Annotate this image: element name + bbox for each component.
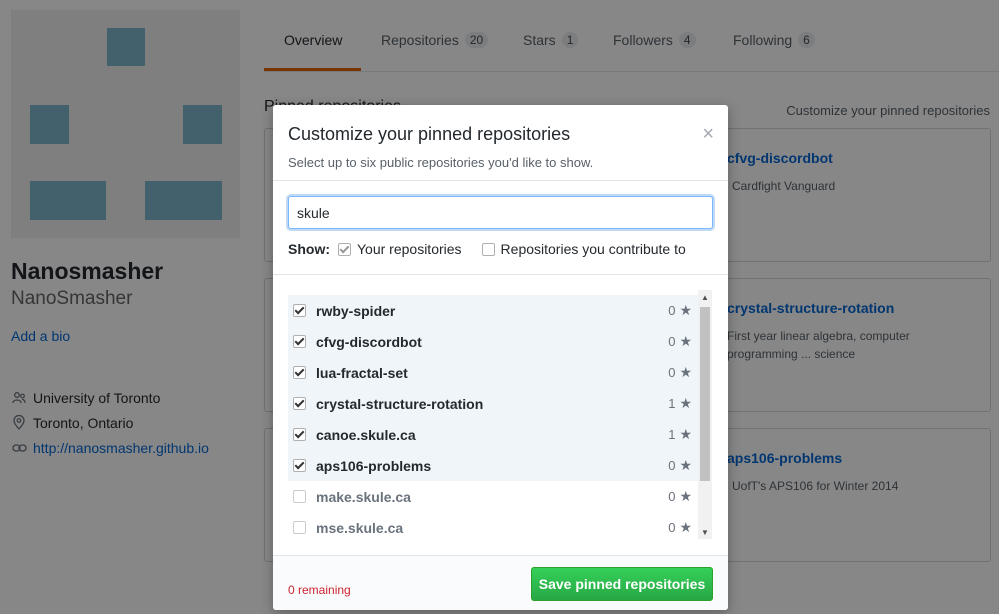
repo-list-item[interactable]: canoe.skule.ca 1 ★ [288, 419, 698, 450]
repo-name: rwby-spider [316, 302, 396, 319]
repo-star-count: 0 ★ [668, 488, 692, 505]
star-count-text: 0 [668, 303, 676, 318]
repo-name: aps106-problems [316, 457, 432, 474]
repo-star-count: 0 ★ [668, 302, 692, 319]
contributed-repositories-checkbox[interactable] [481, 242, 495, 256]
star-icon: ★ [679, 488, 692, 504]
star-count-text: 0 [668, 334, 676, 349]
repo-filter-input[interactable] [288, 196, 713, 229]
save-pinned-button[interactable]: Save pinned repositories [531, 567, 713, 601]
close-icon[interactable]: × [702, 124, 714, 144]
repo-name: crystal-structure-rotation [316, 395, 484, 412]
star-count-text: 0 [668, 489, 676, 504]
star-icon: ★ [679, 395, 692, 411]
repo-star-count: 0 ★ [668, 333, 692, 350]
star-icon: ★ [679, 457, 692, 473]
repo-checkbox[interactable] [293, 521, 306, 534]
remaining-count: 0 remaining [288, 583, 351, 597]
repo-list-item[interactable]: mse.skule.ca 0 ★ [288, 512, 698, 539]
dialog-subtitle: Select up to six public repositories you… [288, 155, 594, 170]
repo-name: make.skule.ca [316, 488, 411, 505]
star-icon: ★ [679, 302, 692, 318]
dialog-header: Customize your pinned repositories Selec… [273, 105, 728, 181]
show-label: Show: [288, 241, 330, 257]
your-repositories-label: Your repositories [357, 241, 462, 257]
divider [273, 274, 728, 275]
scroll-down-arrow-icon[interactable]: ▼ [698, 525, 712, 539]
repo-star-count: 0 ★ [668, 457, 692, 474]
your-repositories-option[interactable]: Your repositories [338, 241, 462, 257]
star-icon: ★ [679, 519, 692, 535]
repo-checkbox[interactable] [293, 428, 306, 441]
repo-checkbox[interactable] [293, 304, 306, 317]
star-icon: ★ [679, 333, 692, 349]
star-count-text: 0 [668, 458, 676, 473]
repo-checkbox[interactable] [293, 397, 306, 410]
star-count-text: 0 [668, 520, 676, 535]
repo-checklist[interactable]: rwby-spider 0 ★ cfvg-discordbot 0 ★ lua-fracta… [288, 290, 713, 539]
repo-checkbox[interactable] [293, 366, 306, 379]
show-filter-row: Show: Your repositories Repositories you… [288, 240, 706, 258]
repo-star-count: 0 ★ [668, 519, 692, 536]
repo-checkbox[interactable] [293, 459, 306, 472]
dialog-footer: 0 remaining Save pinned repositories [273, 555, 728, 610]
repo-list-item[interactable]: make.skule.ca 0 ★ [288, 481, 698, 512]
scroll-up-arrow-icon[interactable]: ▲ [698, 290, 712, 304]
your-repositories-checkbox[interactable] [338, 242, 351, 256]
repo-name: mse.skule.ca [316, 519, 404, 536]
repo-star-count: 1 ★ [668, 395, 692, 412]
repo-star-count: 0 ★ [668, 364, 692, 381]
repo-list-item[interactable]: cfvg-discordbot 0 ★ [288, 326, 698, 357]
star-count-text: 1 [668, 427, 676, 442]
repo-star-count: 1 ★ [668, 426, 692, 443]
star-icon: ★ [679, 426, 692, 442]
repo-name: lua-fractal-set [316, 364, 408, 381]
customize-pins-dialog: Customize your pinned repositories Selec… [273, 105, 728, 610]
contributed-repositories-option[interactable]: Repositories you contribute to [481, 241, 686, 257]
contributed-repositories-label: Repositories you contribute to [500, 241, 686, 257]
repo-name: canoe.skule.ca [316, 426, 416, 443]
repo-list-item[interactable]: aps106-problems 0 ★ [288, 450, 698, 481]
star-icon: ★ [679, 364, 692, 380]
repo-list-item[interactable]: crystal-structure-rotation 1 ★ [288, 388, 698, 419]
repo-name: cfvg-discordbot [316, 333, 422, 350]
repo-list-item[interactable]: lua-fractal-set 0 ★ [288, 357, 698, 388]
scrollbar-thumb[interactable] [700, 307, 710, 481]
repo-checkbox[interactable] [293, 490, 306, 503]
repo-list-scrollbar[interactable]: ▲ ▼ [698, 290, 712, 539]
dialog-title: Customize your pinned repositories [288, 124, 571, 144]
star-count-text: 1 [668, 396, 676, 411]
repo-checkbox[interactable] [293, 335, 306, 348]
repo-list-item[interactable]: rwby-spider 0 ★ [288, 295, 698, 326]
star-count-text: 0 [668, 365, 676, 380]
